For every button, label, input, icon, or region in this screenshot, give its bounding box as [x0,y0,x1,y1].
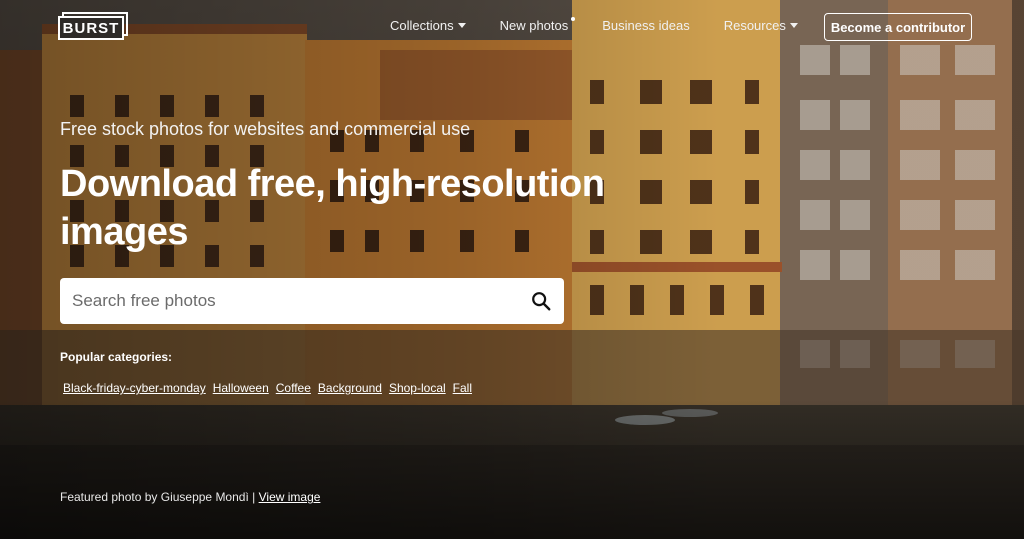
category-link[interactable]: Halloween [213,381,269,395]
nav-new-photos-label: New photos [499,18,569,33]
search-icon[interactable] [530,290,552,312]
category-link[interactable]: Coffee [276,381,311,395]
hero-headline: Download free, high-resolution images [60,163,605,253]
category-link[interactable]: Background [318,381,382,395]
nav-new-photos[interactable]: New photos [499,17,576,33]
search-input[interactable] [70,290,530,312]
view-image-link[interactable]: View image [259,490,321,504]
featured-separator: | [252,490,256,504]
featured-credit-text: Featured photo by Giuseppe Mondì [60,490,249,504]
nav-collections[interactable]: Collections [390,18,466,33]
logo-text: BURST [58,16,124,40]
burst-logo[interactable]: BURST [58,12,128,40]
nav-resources-label: Resources [723,18,786,33]
nav-business-ideas[interactable]: Business ideas [602,18,689,33]
hero-section: BURST Collections New photos Business id… [0,0,1024,539]
chevron-down-icon [457,23,466,28]
search-bar [60,278,564,324]
become-contributor-button[interactable]: Become a contributor [824,13,972,41]
new-indicator-dot-icon [571,17,576,21]
chevron-down-icon [789,23,798,28]
popular-categories-list: Black-friday-cyber-monday Halloween Coff… [63,381,479,395]
featured-photo-credit: Featured photo by Giuseppe Mondì | View … [60,490,320,504]
popular-categories-label: Popular categories: [60,350,173,364]
main-nav: Collections New photos Business ideas Re… [390,17,832,33]
bottom-overlay [0,399,1024,539]
nav-resources[interactable]: Resources [724,18,798,33]
category-link[interactable]: Black-friday-cyber-monday [63,381,206,395]
nav-collections-label: Collections [390,18,454,33]
hero-tagline: Free stock photos for websites and comme… [60,119,471,139]
category-link[interactable]: Fall [453,381,472,395]
category-link[interactable]: Shop-local [389,381,446,395]
nav-business-ideas-label: Business ideas [602,18,690,33]
